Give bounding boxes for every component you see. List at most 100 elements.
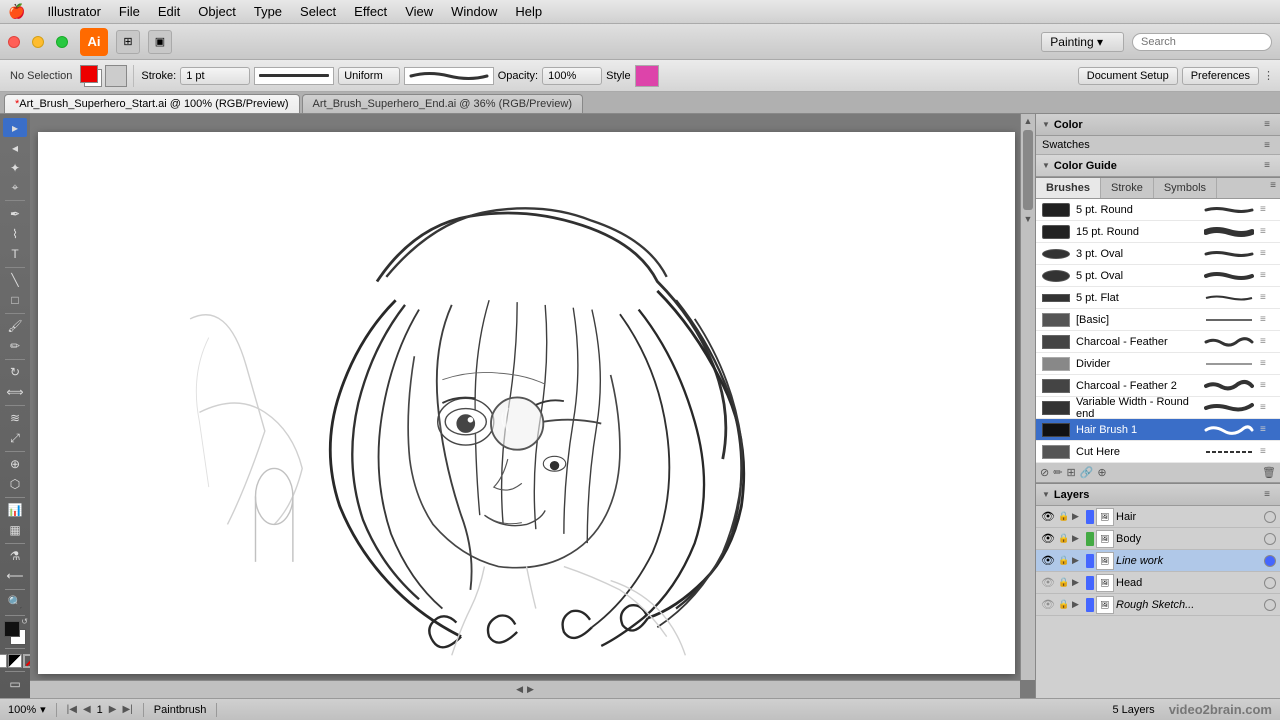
brush-item-7[interactable]: Divider ≡ xyxy=(1036,353,1280,375)
close-button[interactable] xyxy=(8,36,20,48)
brush-item-10[interactable]: Hair Brush 1 ≡ xyxy=(1036,419,1280,441)
tab-1[interactable]: Art_Brush_Superhero_End.ai @ 36% (RGB/Pr… xyxy=(302,94,583,113)
brush-menu-2[interactable]: ≡ xyxy=(1260,248,1274,259)
direct-select-tool[interactable]: ◂ xyxy=(3,138,27,157)
pencil-tool[interactable]: ✏ xyxy=(3,337,27,356)
brush-delete-icon[interactable]: 🗑 xyxy=(1262,466,1276,479)
brush-menu-0[interactable]: ≡ xyxy=(1260,204,1274,215)
brush-menu-8[interactable]: ≡ xyxy=(1260,380,1274,391)
brush-item-11[interactable]: Cut Here ≡ xyxy=(1036,441,1280,463)
prev-page-btn[interactable]: ◀ xyxy=(83,704,91,715)
layer-target-roughsketch[interactable] xyxy=(1264,599,1276,611)
toolbar-overflow[interactable]: ⋮ xyxy=(1263,69,1274,82)
layer-lock-roughsketch[interactable]: 🔒 xyxy=(1058,599,1070,611)
menu-edit[interactable]: Edit xyxy=(150,2,188,21)
scroll-thumb-vertical[interactable] xyxy=(1023,130,1033,210)
swatches-options[interactable]: ≡ xyxy=(1260,138,1274,152)
menu-select[interactable]: Select xyxy=(292,2,344,21)
scroll-left-arrow[interactable]: ◀ xyxy=(514,682,525,697)
zoom-dropdown-arrow[interactable]: ▾ xyxy=(40,703,46,716)
layer-expand-linework[interactable]: ▶ xyxy=(1072,555,1084,566)
document-setup-button[interactable]: Document Setup xyxy=(1078,67,1178,85)
brush-item-5[interactable]: [Basic] ≡ xyxy=(1036,309,1280,331)
screen-mode[interactable]: ▭ xyxy=(3,675,27,694)
layer-eye-body[interactable]: 👁 xyxy=(1040,531,1056,547)
reflect-tool[interactable]: ⟺ xyxy=(3,383,27,402)
tab-0[interactable]: *Art_Brush_Superhero_Start.ai @ 100% (RG… xyxy=(4,94,300,113)
brush-item-2[interactable]: 3 pt. Oval ≡ xyxy=(1036,243,1280,265)
layer-head[interactable]: 👁 🔒 ▶ 🖼 Head xyxy=(1036,572,1280,594)
brush-menu-9[interactable]: ≡ xyxy=(1260,402,1274,413)
layers-panel-header[interactable]: ▼ Layers ≡ xyxy=(1036,484,1280,506)
tab-stroke[interactable]: Stroke xyxy=(1101,178,1154,198)
stroke-weight-dropdown[interactable]: 1 pt xyxy=(180,67,250,85)
brush-menu-1[interactable]: ≡ xyxy=(1260,226,1274,237)
brush-item-0[interactable]: 5 pt. Round ≡ xyxy=(1036,199,1280,221)
layer-expand-roughsketch[interactable]: ▶ xyxy=(1072,599,1084,610)
warp-tool[interactable]: ≋ xyxy=(3,409,27,428)
last-page-btn[interactable]: ▶| xyxy=(123,704,133,715)
maximize-button[interactable] xyxy=(56,36,68,48)
layer-lock-linework[interactable]: 🔒 xyxy=(1058,555,1070,567)
curvature-tool[interactable]: ⌇ xyxy=(3,224,27,243)
paintbrush-tool[interactable]: 🖌 xyxy=(3,316,27,335)
color-swatches[interactable]: ↺ xyxy=(2,621,28,645)
column-graph-tool[interactable]: ▦ xyxy=(3,521,27,540)
menu-file[interactable]: File xyxy=(111,2,148,21)
layer-linework[interactable]: 👁 🔒 ▶ 🖼 Line work xyxy=(1036,550,1280,572)
menu-illustrator[interactable]: Illustrator xyxy=(39,2,108,21)
layer-lock-head[interactable]: 🔒 xyxy=(1058,577,1070,589)
brushes-options-icon[interactable]: ≡ xyxy=(1266,178,1280,192)
stroke-type-dropdown[interactable]: Uniform xyxy=(338,67,400,85)
menu-object[interactable]: Object xyxy=(190,2,244,21)
pen-tool[interactable]: ✒ xyxy=(3,204,27,223)
apple-menu[interactable]: 🍎 xyxy=(8,3,25,20)
layer-eye-head[interactable]: 👁 xyxy=(1040,575,1056,591)
measure-tool[interactable]: ⟵ xyxy=(3,567,27,586)
swatches-label[interactable]: Swatches xyxy=(1042,139,1090,151)
brush-menu-6[interactable]: ≡ xyxy=(1260,336,1274,347)
menu-window[interactable]: Window xyxy=(443,2,505,21)
brush-icon-3[interactable]: ⊞ xyxy=(1066,466,1075,479)
live-paint-tool[interactable]: ⬡ xyxy=(3,475,27,494)
brush-item-4[interactable]: 5 pt. Flat ≡ xyxy=(1036,287,1280,309)
minimize-button[interactable] xyxy=(32,36,44,48)
layer-expand-hair[interactable]: ▶ xyxy=(1072,511,1084,522)
brush-menu-10[interactable]: ≡ xyxy=(1260,424,1274,435)
brush-icon-4[interactable]: 🔗 xyxy=(1080,466,1094,479)
layer-target-head[interactable] xyxy=(1264,577,1276,589)
next-page-btn[interactable]: ▶ xyxy=(109,704,117,715)
brush-item-6[interactable]: Charcoal - Feather ≡ xyxy=(1036,331,1280,353)
layers-options-icon[interactable]: ≡ xyxy=(1260,488,1274,502)
brush-menu-7[interactable]: ≡ xyxy=(1260,358,1274,369)
scroll-right-arrow[interactable]: ▶ xyxy=(525,682,536,697)
chart-tool[interactable]: 📊 xyxy=(3,501,27,520)
rotate-tool[interactable]: ↻ xyxy=(3,363,27,382)
first-page-btn[interactable]: |◀ xyxy=(67,704,77,715)
tab-symbols[interactable]: Symbols xyxy=(1154,178,1217,198)
type-tool[interactable]: T xyxy=(3,244,27,263)
zoom-tool[interactable]: 🔍 xyxy=(3,593,27,612)
layer-expand-head[interactable]: ▶ xyxy=(1072,577,1084,588)
layer-expand-body[interactable]: ▶ xyxy=(1072,533,1084,544)
layer-eye-linework[interactable]: 👁 xyxy=(1040,553,1056,569)
layer-target-linework[interactable] xyxy=(1264,555,1276,567)
preferences-button[interactable]: Preferences xyxy=(1182,67,1259,85)
brush-icon-5[interactable]: ⊕ xyxy=(1097,466,1106,479)
layer-target-body[interactable] xyxy=(1264,533,1276,545)
scroll-down-arrow[interactable]: ▼ xyxy=(1021,212,1035,226)
stroke-color-selector[interactable] xyxy=(105,65,127,87)
brush-menu-3[interactable]: ≡ xyxy=(1260,270,1274,281)
canvas-area[interactable]: ▲ ▼ ◀ ▶ xyxy=(30,114,1035,698)
arrange-icon[interactable]: ⊞ xyxy=(116,30,140,54)
brush-item-8[interactable]: Charcoal - Feather 2 ≡ xyxy=(1036,375,1280,397)
fill-mode[interactable] xyxy=(0,654,7,668)
window-icon[interactable]: ▣ xyxy=(148,30,172,54)
free-transform-tool[interactable]: ⤢ xyxy=(3,429,27,448)
brush-menu-11[interactable]: ≡ xyxy=(1260,446,1274,457)
canvas-scrollbar-horizontal[interactable]: ◀ ▶ xyxy=(30,680,1020,698)
color-guide-header[interactable]: ▼ Color Guide ≡ xyxy=(1036,155,1280,177)
layer-lock-hair[interactable]: 🔒 xyxy=(1058,511,1070,523)
style-preview[interactable] xyxy=(635,65,659,87)
brush-item-9[interactable]: Variable Width - Round end ≡ xyxy=(1036,397,1280,419)
